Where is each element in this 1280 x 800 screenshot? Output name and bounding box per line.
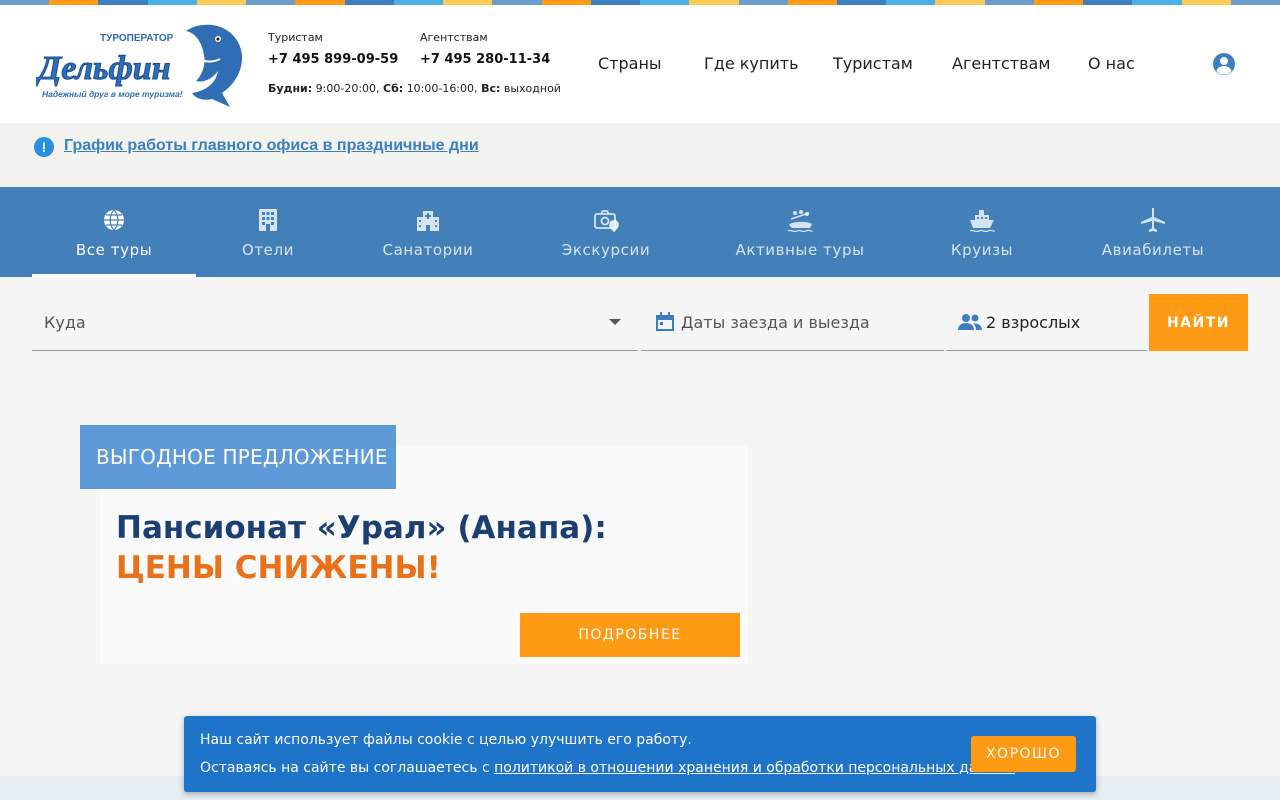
promo-details-button[interactable]: ПОДРОБНЕЕ — [520, 613, 740, 657]
hours-sat-label: Сб: — [383, 82, 404, 95]
site-header: ТУРОПЕРАТОР Дельфин Надежный друг в море… — [0, 5, 1280, 123]
cookie-line-1: Наш сайт использует файлы cookie с целью… — [200, 732, 692, 748]
logo-tagline: Надежный друг в море туризма! — [42, 89, 183, 99]
destination-placeholder: Куда — [44, 313, 86, 332]
guests-value: 2 взрослых — [986, 313, 1081, 332]
tab-label: Авиабилеты — [1101, 241, 1205, 259]
cookie-line-2-prefix: Оставаясь на сайте вы соглашаетесь с — [200, 760, 490, 776]
hours-sun-label: Вс: — [481, 82, 501, 95]
tab-label: Экскурсии — [561, 241, 651, 259]
agencies-caption: Агентствам — [420, 31, 488, 44]
camera-pin-icon — [594, 210, 619, 233]
contact-agencies: Агентствам +7 495 280-11-34 — [420, 31, 550, 67]
nav-where-to-buy[interactable]: Где купить — [704, 54, 799, 73]
hospital-icon — [417, 211, 439, 231]
tab-excursions[interactable]: Экскурсии — [540, 187, 672, 277]
dates-field[interactable]: Даты заезда и выезда — [641, 294, 944, 351]
plane-icon — [1141, 208, 1165, 232]
tab-active-tours[interactable]: Активные туры — [730, 187, 870, 277]
people-icon — [958, 314, 982, 330]
tab-hotels[interactable]: Отели — [196, 187, 340, 277]
ship-icon — [969, 210, 995, 233]
nav-about[interactable]: О нас — [1088, 54, 1135, 73]
hours-sun: выходной — [503, 82, 561, 95]
chevron-down-icon[interactable] — [609, 319, 621, 325]
tab-label: Круизы — [950, 241, 1014, 259]
logo-subtitle: ТУРОПЕРАТОР — [100, 33, 174, 44]
tour-type-tabs: Все туры Отели Санатории Экскурсии Актив… — [0, 187, 1280, 277]
user-circle-icon[interactable] — [1212, 52, 1236, 76]
calendar-icon — [656, 312, 674, 331]
promo-title-highlight: ЦЕНЫ СНИЖЕНЫ! — [116, 550, 441, 586]
tab-flights[interactable]: Авиабилеты — [1094, 187, 1212, 277]
destination-field[interactable]: Куда — [32, 294, 638, 351]
cookie-banner: Наш сайт использует файлы cookie с целью… — [184, 716, 1096, 792]
nav-agencies[interactable]: Агентствам — [952, 54, 1050, 73]
promo-badge: ВЫГОДНОЕ ПРЕДЛОЖЕНИЕ — [80, 425, 396, 489]
tab-sanatoriums[interactable]: Санатории — [350, 187, 506, 277]
holiday-schedule-link[interactable]: График работы главного офиса в праздничн… — [64, 137, 479, 155]
holiday-notice: ! График работы главного офиса в праздни… — [0, 123, 1280, 187]
nav-countries[interactable]: Страны — [598, 54, 662, 73]
hotel-icon — [259, 209, 277, 231]
guests-field[interactable]: 2 взрослых — [946, 294, 1147, 351]
dolphin-logo[interactable]: ТУРОПЕРАТОР Дельфин Надежный друг в море… — [36, 21, 246, 109]
info-icon: ! — [34, 137, 54, 157]
agencies-phone[interactable]: +7 495 280-11-34 — [420, 52, 550, 67]
nav-tourists[interactable]: Туристам — [833, 54, 913, 73]
logo-title: Дельфин — [36, 50, 171, 87]
tab-label: Санатории — [382, 241, 474, 259]
tourists-phone[interactable]: +7 495 899-09-59 — [268, 52, 398, 67]
tourists-caption: Туристам — [268, 31, 323, 44]
office-hours: Будни: 9:00-20:00, Сб: 10:00-16:00, Вс: … — [268, 82, 561, 95]
globe-icon — [104, 209, 124, 231]
rafting-icon — [787, 210, 813, 233]
privacy-policy-link[interactable]: политикой в отношении хранения и обработ… — [494, 760, 1015, 776]
tab-label: Все туры — [75, 241, 153, 259]
hours-weekdays: 9:00-20:00, — [315, 82, 380, 95]
hours-sat: 10:00-16:00, — [406, 82, 478, 95]
cookie-accept-button[interactable]: ХОРОШО — [971, 736, 1076, 772]
hours-weekdays-label: Будни: — [268, 82, 313, 95]
promo-title-main: Пансионат «Урал» (Анапа): — [116, 510, 607, 546]
find-button[interactable]: НАЙТИ — [1149, 294, 1248, 351]
cookie-line-2: Оставаясь на сайте вы соглашаетесь с пол… — [200, 760, 1015, 776]
promo-title[interactable]: Пансионат «Урал» (Анапа): ЦЕНЫ СНИЖЕНЫ! — [116, 508, 716, 588]
tab-all-tours[interactable]: Все туры — [32, 187, 196, 277]
contact-tourists: Туристам +7 495 899-09-59 — [268, 31, 398, 67]
tab-label: Отели — [241, 241, 295, 259]
dates-placeholder: Даты заезда и выезда — [681, 313, 870, 332]
tab-cruises[interactable]: Круизы — [940, 187, 1024, 277]
tab-label: Активные туры — [735, 241, 865, 259]
